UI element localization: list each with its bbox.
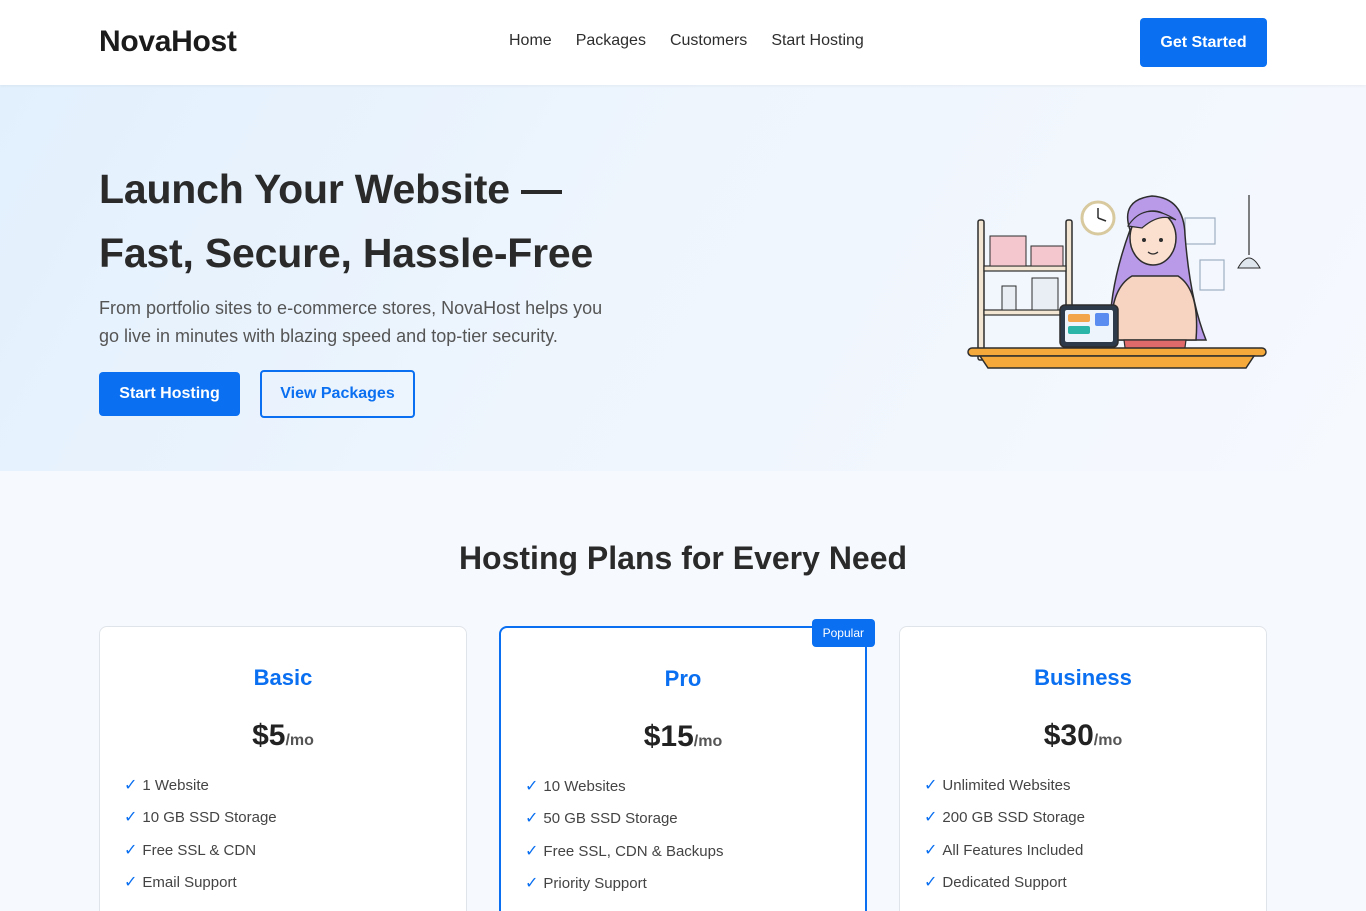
hero-title-line2: Fast, Secure, Hassle-Free xyxy=(99,230,594,276)
plans-title: Hosting Plans for Every Need xyxy=(458,540,908,576)
check-icon: ✓ xyxy=(525,842,539,860)
plan-features: ✓ 10 Websites ✓ 50 GB SSD Storage ✓ Free SS… xyxy=(525,778,723,907)
plan-price: $15/mo xyxy=(501,720,865,754)
feature-label: Free SSL & CDN xyxy=(142,841,257,859)
hero-subtitle: From portfolio sites to e-commerce store… xyxy=(99,298,603,346)
hero-illustration xyxy=(967,195,1267,369)
start-hosting-button[interactable]: Start Hosting xyxy=(99,372,240,416)
feature-label: Unlimited Websites xyxy=(942,777,1071,794)
plan-price-period: /mo xyxy=(1093,732,1123,749)
site-header: NovaHost Home Packages Customers Start H… xyxy=(0,0,1366,85)
feature-item: ✓ Email Support xyxy=(124,874,277,906)
feature-item: ✓ 1 Website xyxy=(124,777,277,809)
plan-card-business: Business $30/mo ✓ Unlimited Websites ✓ 200… xyxy=(899,626,1267,911)
nav-start-hosting[interactable]: Start Hosting xyxy=(771,32,863,50)
feature-item: ✓ Priority Support xyxy=(525,875,723,907)
check-icon: ✓ xyxy=(924,873,938,891)
feature-label: All Features Included xyxy=(942,841,1084,859)
check-icon: ✓ xyxy=(924,841,938,859)
plan-name: Business xyxy=(1034,665,1132,690)
view-packages-button[interactable]: View Packages xyxy=(260,370,415,418)
check-icon: ✓ xyxy=(525,874,539,892)
check-icon: ✓ xyxy=(124,873,138,891)
feature-label: 1 Website xyxy=(142,777,209,794)
feature-label: Free SSL, CDN & Backups xyxy=(543,842,724,860)
plan-price-amount: $30 xyxy=(1043,719,1094,752)
feature-item: ✓ 10 Websites xyxy=(525,778,723,810)
feature-item: ✓ 50 GB SSD Storage xyxy=(525,810,723,842)
check-icon: ✓ xyxy=(124,809,138,827)
feature-item: ✓ Free SSL & CDN xyxy=(124,842,277,874)
plan-price-period: /mo xyxy=(693,733,723,750)
check-icon: ✓ xyxy=(924,809,938,827)
hero-title-line1: Launch Your Website — xyxy=(99,166,562,212)
check-icon: ✓ xyxy=(924,777,938,794)
plan-name: Basic xyxy=(253,665,313,690)
check-icon: ✓ xyxy=(124,777,138,794)
feature-label: Priority Support xyxy=(543,874,647,892)
plan-name: Pro xyxy=(664,666,702,691)
nav-packages[interactable]: Packages xyxy=(576,32,646,50)
feature-item: ✓ Unlimited Websites xyxy=(924,777,1085,809)
feature-item: ✓ 10 GB SSD Storage xyxy=(124,809,277,841)
feature-label: 50 GB SSD Storage xyxy=(543,810,678,828)
plan-features: ✓ Unlimited Websites ✓ 200 GB SSD Storage … xyxy=(924,777,1085,906)
nav-home[interactable]: Home xyxy=(509,32,552,50)
plan-price: $30/mo xyxy=(900,719,1266,753)
feature-item: ✓ Dedicated Support xyxy=(924,874,1085,906)
plan-price-amount: $5 xyxy=(252,719,286,752)
feature-label: Dedicated Support xyxy=(942,873,1067,891)
feature-label: 10 GB SSD Storage xyxy=(142,809,277,827)
nav-customers[interactable]: Customers xyxy=(670,32,747,50)
hero-section: Launch Your Website — Fast, Secure, Hass… xyxy=(0,85,1366,471)
feature-item: ✓ 200 GB SSD Storage xyxy=(924,809,1085,841)
brand-logo[interactable]: NovaHost xyxy=(99,25,237,59)
plan-card-pro: Popular Pro $15/mo ✓ 10 Websites ✓ 50 GB S… xyxy=(499,619,875,911)
feature-label: Email Support xyxy=(142,873,237,891)
get-started-button[interactable]: Get Started xyxy=(1140,18,1267,67)
check-icon: ✓ xyxy=(525,810,539,828)
hero-title: Launch Your Website — Fast, Secure, Hass… xyxy=(99,157,593,285)
plan-price-amount: $15 xyxy=(643,720,694,753)
check-icon: ✓ xyxy=(525,778,539,795)
plan-price-period: /mo xyxy=(285,732,314,749)
plan-price: $5/mo xyxy=(100,719,466,753)
check-icon: ✓ xyxy=(124,841,138,859)
main-nav: Home Packages Customers Start Hosting xyxy=(509,32,864,50)
feature-label: 200 GB SSD Storage xyxy=(942,809,1085,827)
popular-badge: Popular xyxy=(811,619,875,647)
feature-label: 10 Websites xyxy=(543,778,626,795)
plan-card-basic: Basic $5/mo ✓ 1 Website ✓ 10 GB SSD Storag… xyxy=(99,626,467,911)
feature-item: ✓ All Features Included xyxy=(924,842,1085,874)
plan-features: ✓ 1 Website ✓ 10 GB SSD Storage ✓ Free SSL … xyxy=(124,777,277,906)
feature-item: ✓ Free SSL, CDN & Backups xyxy=(525,843,723,875)
